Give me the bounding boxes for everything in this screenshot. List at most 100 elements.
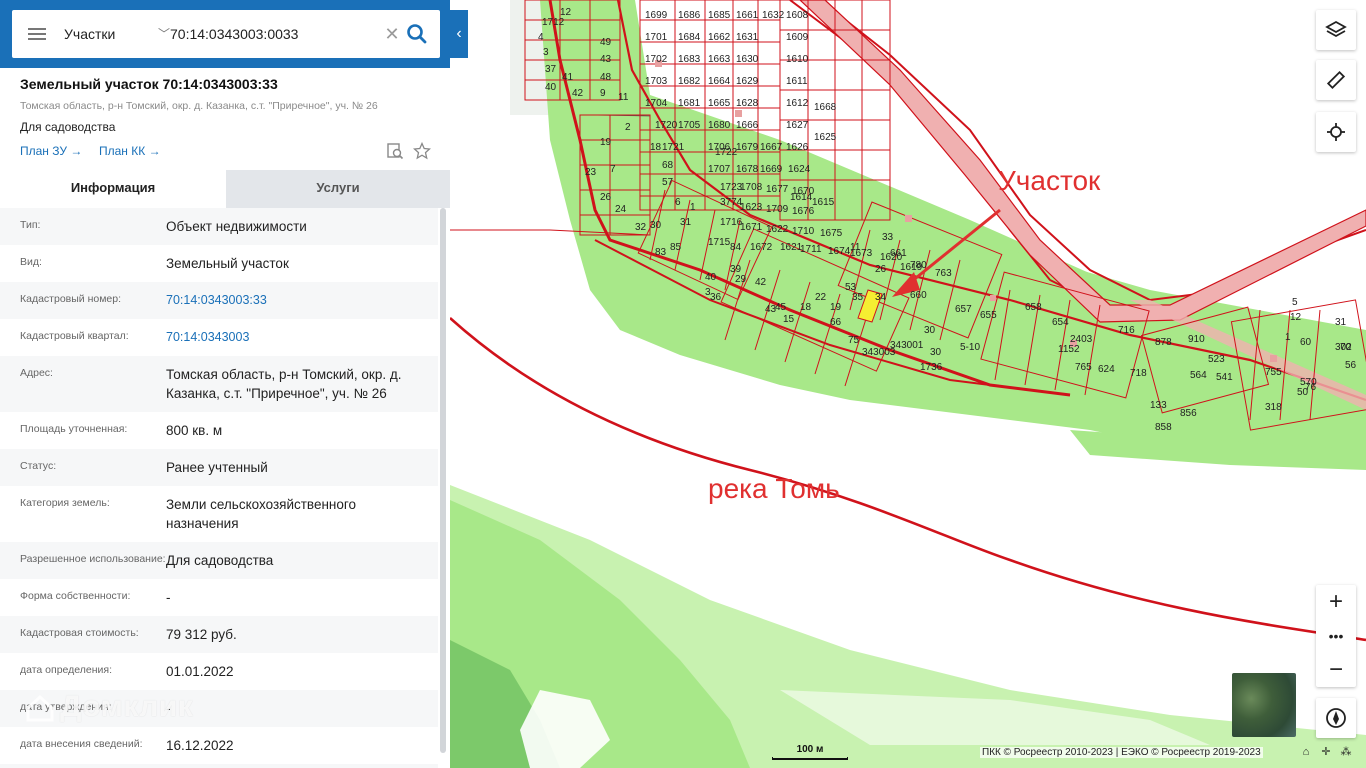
plan-zu-link[interactable]: План ЗУ → — [20, 144, 82, 158]
parcel-number-label: 1665 — [708, 98, 731, 109]
parcel-number-label: 1622 — [766, 224, 789, 235]
parcel-number-label: 66 — [830, 317, 842, 328]
parcel-number-label: 15 — [783, 314, 795, 325]
parcel-number-label: 57 — [662, 177, 674, 188]
parcel-number-label: 6 — [675, 197, 681, 208]
parcel-number-label: 60 — [1300, 337, 1312, 348]
parcel-number-label: 1675 — [820, 228, 843, 239]
parcel-number-label: 1702 — [645, 54, 668, 65]
parcel-number-label: 76 — [1305, 382, 1317, 393]
parcel-number-label: 755 — [1265, 367, 1282, 378]
info-value: Ранее учтенный — [166, 460, 268, 475]
info-row: Вид: Земельный участок — [0, 245, 438, 282]
parcel-number-label: 1676 — [792, 206, 815, 217]
home-icon[interactable]: ⌂ — [1300, 746, 1312, 758]
hamburger-icon[interactable] — [28, 28, 46, 40]
info-label: Вид: — [20, 256, 42, 268]
locate-button[interactable] — [1316, 112, 1356, 152]
search-bar: Участки ﹀ ✕ — [0, 0, 450, 68]
search-icon[interactable] — [404, 22, 430, 46]
parcel-number-label: 1615 — [812, 197, 835, 208]
object-type-select[interactable]: Участки ﹀ — [64, 10, 174, 58]
parcel-number-label: 716 — [1118, 325, 1135, 336]
parcel-number-label: 1710 — [792, 226, 815, 237]
panel-tabs: Информация Услуги — [0, 170, 450, 208]
info-value: Томская область, р-н Томский, окр. д. Ка… — [166, 367, 402, 401]
info-row: дата применения:01.01.2023 — [0, 764, 438, 768]
info-row: Кадастровый номер: 70:14:0343003:33 — [0, 282, 438, 319]
parcel-number-label: 763 — [935, 268, 952, 279]
measure-button[interactable] — [1316, 60, 1356, 100]
parcel-number-label: 83 — [655, 247, 667, 258]
parcel-number-label: 1712 — [542, 17, 565, 28]
parcel-number-label: 657 — [955, 304, 972, 315]
info-row: дата определения: 01.01.2022 — [0, 653, 438, 690]
parcel-number-label: 19 — [600, 137, 612, 148]
favorite-star-icon[interactable] — [412, 141, 432, 160]
parcel-number-label: 878 — [1155, 337, 1172, 348]
panel-scrollbar[interactable] — [440, 208, 446, 753]
info-label: Адрес: — [20, 367, 53, 379]
tab-information[interactable]: Информация — [0, 170, 226, 208]
scale-label: 100 м — [796, 744, 824, 755]
parcel-number-label: 24 — [615, 204, 627, 215]
object-type-label: Участки — [64, 26, 116, 42]
info-panel: Участки ﹀ ✕ Земельный участок 70:14:0343… — [0, 0, 450, 768]
domclick-logo-icon — [24, 692, 56, 724]
info-row: Кадастровый квартал: 70:14:0343003 — [0, 319, 438, 356]
parcel-number-label: 343001 — [890, 340, 924, 351]
parcel-number-label: 654 — [1052, 317, 1069, 328]
find-on-map-icon[interactable] — [386, 142, 404, 160]
parcel-number-label: 5-10 — [960, 342, 980, 353]
parcel-number-label: 1682 — [678, 76, 701, 87]
zoom-out-button[interactable]: − — [1316, 653, 1356, 687]
parcel-number-label: 34 — [875, 292, 887, 303]
parcel-number-label: 31 — [1335, 317, 1347, 328]
info-row: Статус: Ранее учтенный — [0, 449, 438, 486]
parcel-number-label: 31 — [680, 217, 692, 228]
plan-kk-link[interactable]: План КК → — [99, 144, 161, 158]
info-value-link[interactable]: 70:14:0343003:33 — [166, 291, 426, 310]
parcel-number-label: 1686 — [678, 10, 701, 21]
map-canvas[interactable]: 1699 1686 1685 1661 1632 16081701 1684 1662 1631… — [450, 0, 1366, 768]
parcel-number-label: 41 — [562, 72, 574, 83]
parcel-number-label: 11 — [850, 242, 861, 253]
info-value-link[interactable]: 70:14:0343003 — [166, 328, 426, 347]
object-header: Земельный участок 70:14:0343003:33 Томск… — [0, 68, 450, 170]
layers-button[interactable] — [1316, 10, 1356, 50]
info-label: Категория земель: — [20, 497, 110, 509]
info-value: - — [166, 590, 171, 605]
compass-button[interactable] — [1316, 698, 1356, 738]
crosshair-icon[interactable]: ✛ — [1320, 746, 1332, 758]
clear-icon[interactable]: ✕ — [382, 22, 402, 46]
parcel-number-label: 1610 — [786, 54, 809, 65]
parcel-number-label: 660 — [910, 290, 927, 301]
info-value: Для садоводства — [166, 553, 274, 568]
info-value: 01.01.2022 — [166, 664, 234, 679]
info-row: дата внесения сведений: 16.12.2022 — [0, 727, 438, 764]
parcel-number-label: 30 — [930, 347, 942, 358]
search-box: Участки ﹀ ✕ — [12, 10, 440, 58]
collapse-panel-button[interactable]: ‹ — [450, 10, 468, 58]
river-annotation: река Томь — [708, 473, 840, 504]
parcel-number-label: 1677 — [766, 184, 789, 195]
tab-services[interactable]: Услуги — [226, 170, 450, 208]
parcel-number-label: 70 — [1340, 342, 1352, 353]
parcel-number-label: 49 — [600, 37, 612, 48]
zoom-in-button[interactable]: + — [1316, 585, 1356, 619]
cadastral-map[interactable]: 1699 1686 1685 1661 1632 1608 1701 1684 1662 1631… — [450, 0, 1366, 768]
parcel-number-label: 1709 — [766, 204, 789, 215]
parcel-number-label: 1666 — [736, 120, 759, 131]
parcel-number-label: 1721 — [662, 142, 685, 153]
more-options-icon[interactable]: ••• — [1316, 619, 1356, 653]
parcel-number-label: 29 — [735, 274, 747, 285]
parcel-number-label: 856 — [1180, 408, 1197, 419]
info-label: Площадь уточненная: — [20, 423, 128, 435]
network-icon[interactable]: ⁂ — [1340, 746, 1352, 758]
info-value: 79 312 руб. — [166, 627, 237, 642]
satellite-basemap-thumbnail[interactable] — [1232, 673, 1296, 737]
search-input[interactable] — [170, 22, 380, 46]
map-attribution: ПКК © Росреестр 2010-2023 | ЕЭКО © Росре… — [980, 747, 1263, 758]
parcel-number-label: 1678 — [736, 164, 759, 175]
parcel-number-label: 1670 — [792, 186, 815, 197]
